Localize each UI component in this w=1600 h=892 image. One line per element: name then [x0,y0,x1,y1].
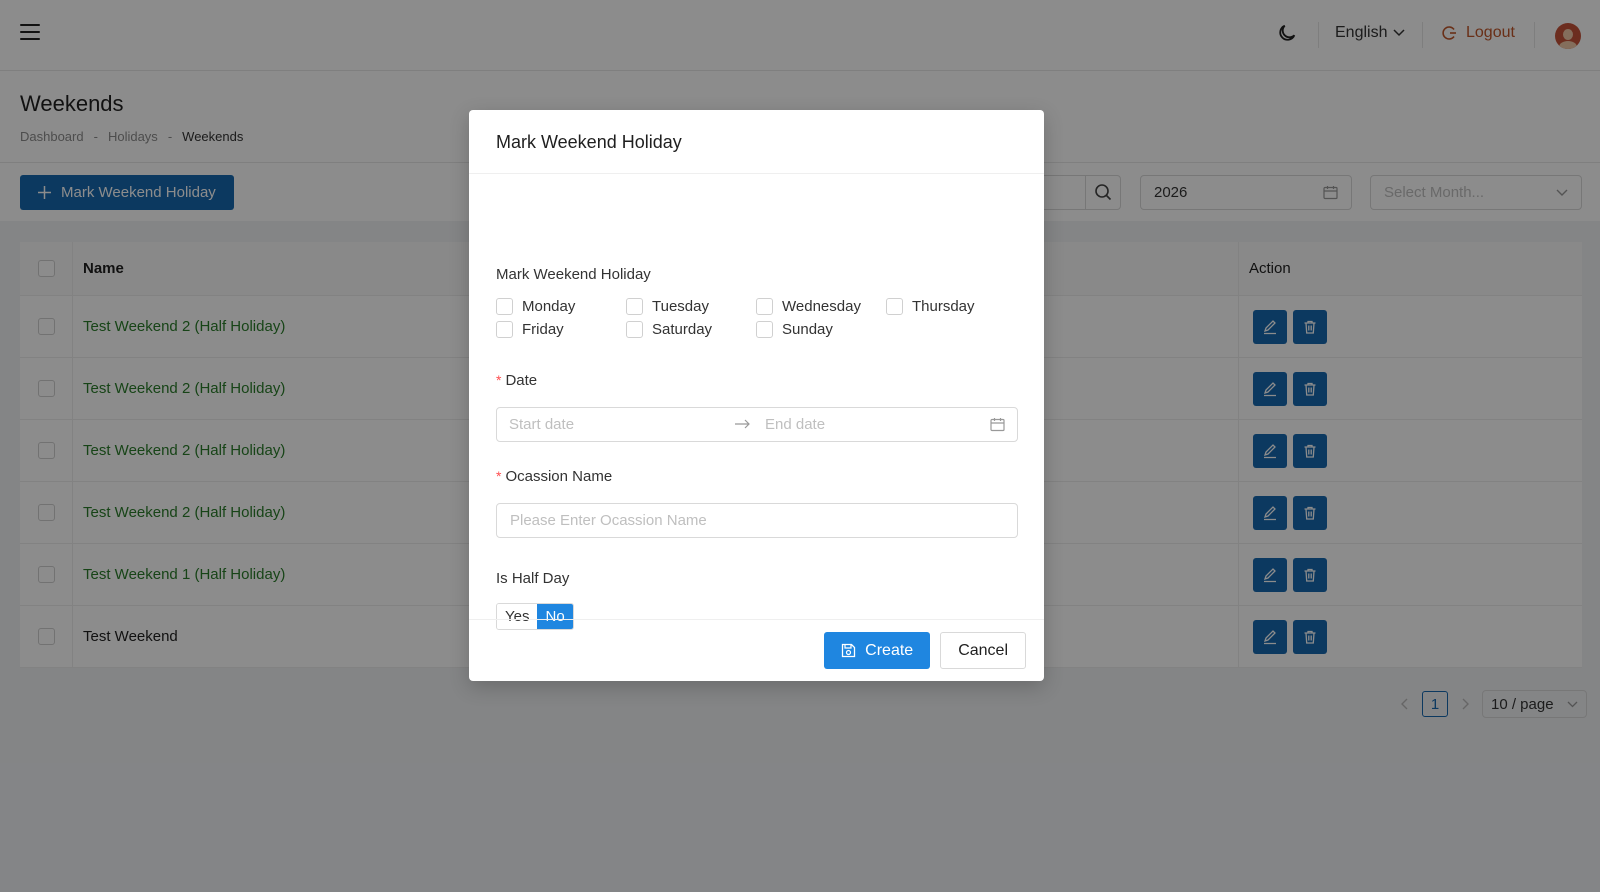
day-sunday[interactable]: Sunday [756,321,886,338]
calendar-icon [990,418,1005,432]
checkbox[interactable] [626,321,643,338]
occasion-label-text: Ocassion Name [505,468,613,485]
day-label: Saturday [652,321,713,338]
day-label: Wednesday [782,298,861,315]
day-label: Sunday [782,321,833,338]
required-mark: * [496,372,502,388]
date-label: * Date [496,372,537,389]
date-range-picker[interactable]: Start date End date [496,407,1018,442]
occasion-label: * Ocassion Name [496,468,612,485]
checkbox[interactable] [626,298,643,315]
days-label: Mark Weekend Holiday [496,266,651,283]
cancel-button[interactable]: Cancel [940,632,1026,669]
day-monday[interactable]: Monday [496,298,626,315]
day-label: Friday [522,321,564,338]
create-button[interactable]: Create [824,632,931,669]
half-day-label: Is Half Day [496,570,570,587]
day-friday[interactable]: Friday [496,321,626,338]
start-date-input[interactable]: Start date [509,416,735,433]
checkbox[interactable] [496,321,513,338]
day-wednesday[interactable]: Wednesday [756,298,886,315]
date-label-text: Date [505,372,538,389]
mark-weekend-holiday-modal: Mark Weekend Holiday Mark Weekend Holida… [469,110,1044,681]
checkbox[interactable] [756,298,773,315]
required-mark: * [496,468,502,484]
modal-footer: Create Cancel [469,619,1044,681]
end-date-input[interactable]: End date [765,416,990,433]
save-icon [842,643,856,658]
day-tuesday[interactable]: Tuesday [626,298,756,315]
day-label: Thursday [912,298,975,315]
modal-title: Mark Weekend Holiday [469,110,1044,174]
day-saturday[interactable]: Saturday [626,321,756,338]
checkbox[interactable] [886,298,903,315]
weekday-checkbox-group: Monday Tuesday Wednesday Thursday Friday… [496,298,1016,338]
day-label: Tuesday [652,298,709,315]
day-thursday[interactable]: Thursday [886,298,1016,315]
arrow-right-icon [735,416,765,433]
checkbox[interactable] [756,321,773,338]
create-label: Create [865,641,914,659]
checkbox[interactable] [496,298,513,315]
day-label: Monday [522,298,576,315]
occasion-name-input[interactable]: Please Enter Ocassion Name [496,503,1018,538]
